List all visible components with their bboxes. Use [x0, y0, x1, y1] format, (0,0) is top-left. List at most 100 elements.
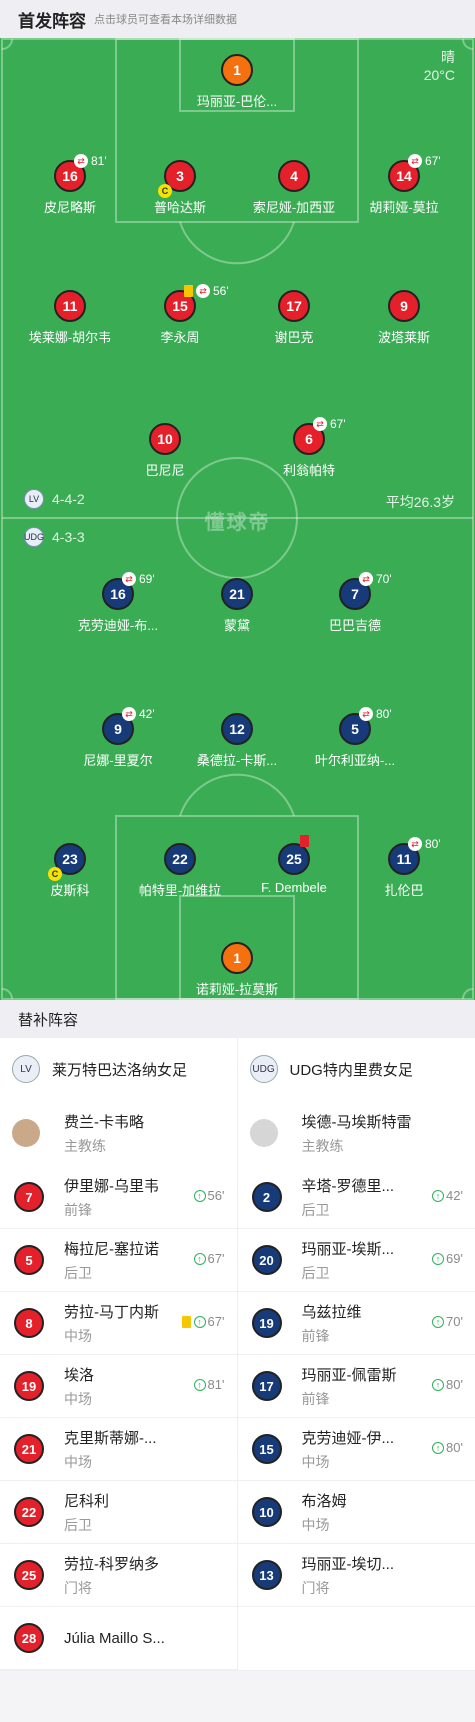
home-player[interactable]: 14 ⇄ 67' 胡莉娅-莫拉	[344, 154, 464, 216]
home-player[interactable]: 16 ⇄ 81' 皮尼略斯	[10, 154, 130, 216]
player-name: 玛丽亚-巴伦...	[196, 94, 278, 109]
bench-section: 替补阵容 LV 莱万特巴达洛纳女足 费兰-卡韦略 主教练 7 伊里娜-乌里韦 前锋 ↑…	[0, 1000, 475, 1671]
player-number: 1	[221, 54, 253, 86]
bench-player-row[interactable]: 15 克劳迪娅-伊... 中场 ↑ 80'	[237, 1418, 475, 1481]
away-player[interactable]: 5 ⇄ 80' 叶尔利亚纳-...	[295, 707, 415, 769]
sub-on-arrow-icon: ↑	[432, 1441, 445, 1454]
away-player[interactable]: 16 ⇄ 69' 克劳迪娅-布...	[58, 572, 178, 634]
bench-player-row[interactable]: 19 乌兹拉维 前锋 ↑ 70'	[237, 1292, 475, 1355]
player-name: 克里斯蒂娜-...	[64, 1429, 157, 1447]
player-number: 13	[251, 1560, 282, 1590]
bench-player-row[interactable]: 28 Júlia Maillo S...	[0, 1607, 237, 1670]
home-formation-label: 4-4-2	[52, 491, 85, 507]
player-name: 克劳迪娅-布...	[77, 618, 159, 633]
player-number: 15	[251, 1434, 282, 1464]
player-number: 9 ⇄ 42'	[102, 707, 155, 745]
lineup-header: 首发阵容 点击球员可查看本场详细数据	[0, 0, 475, 38]
substitution-minute: 80'	[425, 837, 441, 851]
home-subs-list: 7 伊里娜-乌里韦 前锋 ↑ 56' 5 梅拉尼-塞拉诺 后卫 ↑ 67' 8 劳拉-马丁内斯 中场 ↑ 6…	[0, 1166, 237, 1670]
away-team-badge-icon: UDG	[249, 1055, 278, 1083]
player-name: 玛丽亚-埃斯...	[301, 1240, 395, 1258]
home-player[interactable]: 6 ⇄ 67' 利翁帕特	[249, 417, 369, 479]
bench-teams: LV 莱万特巴达洛纳女足 费兰-卡韦略 主教练 7 伊里娜-乌里韦 前锋 ↑ 56' 5 梅…	[0, 1038, 475, 1671]
bench-player-row[interactable]: 19 埃洛 中场 ↑ 81'	[0, 1355, 237, 1418]
substitution-mark: ⇄ 56'	[184, 284, 229, 298]
away-player[interactable]: 23 C 皮斯科	[10, 843, 130, 899]
away-player[interactable]: 12 桑德拉-卡斯...	[177, 713, 297, 769]
sub-on-arrow-icon: ↑	[193, 1189, 206, 1202]
player-name: 埃莱娜-胡尔韦	[28, 330, 112, 345]
player-number: 7 ⇄ 70'	[339, 572, 392, 610]
player-name: 李永周	[160, 330, 200, 345]
player-name: 普哈达斯	[153, 200, 206, 215]
away-team-header[interactable]: UDG UDG特内里费女足	[238, 1038, 475, 1100]
coach-name: 费兰-卡韦略	[64, 1113, 144, 1131]
home-player[interactable]: 4 索尼娅-加西亚	[234, 160, 354, 216]
bench-player-row[interactable]: 2 辛塔-罗德里... 后卫 ↑ 42'	[237, 1166, 475, 1229]
yellow-card-icon	[184, 285, 193, 297]
lineup-subtitle: 点击球员可查看本场详细数据	[94, 14, 237, 26]
away-player[interactable]: 7 ⇄ 70' 巴巴吉德	[295, 572, 415, 634]
bench-player-row[interactable]: 8 劳拉-马丁内斯 中场 ↑ 67'	[0, 1292, 237, 1355]
player-name: F. Dembele	[261, 880, 327, 895]
home-team-header[interactable]: LV 莱万特巴达洛纳女足	[0, 1038, 237, 1100]
sub-on-minute: 70'	[446, 1314, 463, 1329]
home-player[interactable]: 9 波塔莱斯	[344, 290, 464, 346]
player-number: 11 ⇄ 80'	[388, 837, 441, 875]
player-position: 门将	[64, 1579, 92, 1596]
home-coach[interactable]: 费兰-卡韦略 主教练	[0, 1100, 237, 1166]
bench-player-row[interactable]: 20 玛丽亚-埃斯... 后卫 ↑ 69'	[237, 1229, 475, 1292]
sub-on-arrow-icon: ↑	[193, 1378, 206, 1391]
home-player[interactable]: 15 ⇄ 56' 李永周	[120, 284, 240, 346]
home-player[interactable]: 17 谢巴克	[234, 290, 354, 346]
player-number: 16 ⇄ 81'	[54, 154, 107, 192]
away-subs-list: 2 辛塔-罗德里... 后卫 ↑ 42' 20 玛丽亚-埃斯... 后卫 ↑ 69' 19 乌兹拉维前…	[237, 1166, 475, 1607]
pitch: 晴 20°C 懂球帝 LV 4-4-2 平均26.3岁 UDG 4-3-3 1玛…	[0, 38, 475, 1000]
away-player[interactable]: 1 诺莉娅-拉莫斯	[177, 942, 297, 998]
player-name: 辛塔-罗德里...	[301, 1177, 395, 1195]
player-number: 16 ⇄ 69'	[102, 572, 155, 610]
player-position: 中场	[64, 1453, 92, 1470]
coach-avatar-icon	[249, 1119, 278, 1147]
player-number: 22	[14, 1497, 44, 1527]
home-player[interactable]: 1 玛丽亚-巴伦...	[177, 54, 297, 110]
average-age: 平均26.3岁	[385, 494, 455, 510]
player-name: 扎伦巴	[384, 883, 424, 898]
away-player[interactable]: 9 ⇄ 42' 尼娜-里夏尔	[58, 707, 178, 769]
away-player[interactable]: 21 蒙黛	[177, 578, 297, 634]
bench-player-row[interactable]: 7 伊里娜-乌里韦 前锋 ↑ 56'	[0, 1166, 237, 1229]
bench-player-row[interactable]: 10 布洛姆 中场	[237, 1481, 475, 1544]
player-name: 伊里娜-乌里韦	[64, 1177, 159, 1195]
bench-player-row[interactable]: 21 克里斯蒂娜-... 中场	[0, 1418, 237, 1481]
player-info: 玛丽亚-埃切... 门将	[302, 1553, 475, 1598]
coach-role: 主教练	[64, 1137, 106, 1154]
bench-player-row[interactable]: 17 玛丽亚-佩雷斯 前锋 ↑ 80'	[237, 1355, 475, 1418]
bench-player-row[interactable]: 22 尼科利 后卫	[0, 1481, 237, 1544]
away-player[interactable]: 25 F. Dembele	[234, 835, 354, 895]
player-name: 尼娜-里夏尔	[83, 753, 153, 768]
substitution-mark: ⇄ 42'	[122, 707, 155, 721]
bench-player-row[interactable]: 25 劳拉-科罗纳多 门将	[0, 1544, 237, 1607]
home-player[interactable]: 10 巴尼尼	[105, 423, 225, 479]
bench-player-row[interactable]: 5 梅拉尼-塞拉诺 后卫 ↑ 67'	[0, 1229, 237, 1292]
away-coach[interactable]: 埃德-马埃斯特雷 主教练	[238, 1100, 475, 1166]
home-team-badge-icon: LV	[12, 1055, 40, 1083]
substitution-minute: 67'	[330, 417, 346, 431]
away-formation-label: 4-3-3	[52, 529, 85, 545]
player-number: 5 ⇄ 80'	[339, 707, 392, 745]
home-player[interactable]: 11 埃莱娜-胡尔韦	[10, 290, 130, 346]
substitution-icon: ⇄	[408, 154, 422, 168]
sub-on-minute: 42'	[446, 1188, 463, 1203]
player-position: 后卫	[64, 1516, 92, 1533]
player-position: 中场	[301, 1516, 330, 1533]
away-player[interactable]: 22 帕特里-加维拉	[120, 843, 240, 899]
bench-title: 替补阵容	[18, 1011, 79, 1029]
player-number: 10	[149, 423, 181, 455]
home-player[interactable]: 3 C 普哈达斯	[120, 160, 240, 216]
substitution-minute: 80'	[376, 707, 392, 721]
substitution-minute: 70'	[376, 572, 392, 586]
bench-player-row[interactable]: 13 玛丽亚-埃切... 门将	[237, 1544, 475, 1607]
player-number: 12	[221, 713, 253, 745]
away-player[interactable]: 11 ⇄ 80' 扎伦巴	[344, 837, 464, 899]
player-number: 2	[251, 1182, 282, 1212]
